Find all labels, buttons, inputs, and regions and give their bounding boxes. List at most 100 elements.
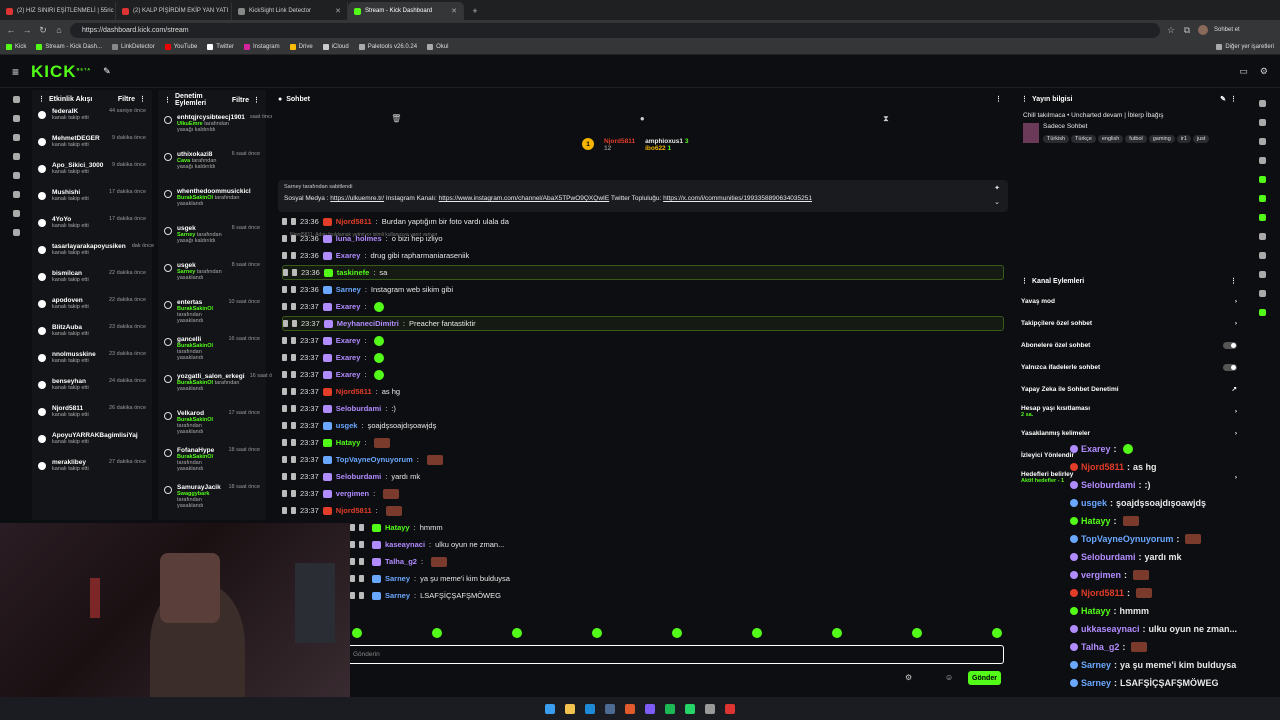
delete-message-icon[interactable] [282,405,287,412]
timeout-icon[interactable] [291,439,296,446]
moderation-item[interactable]: entertas BurakSakinOl tarafından yasaklan… [158,299,266,336]
delete-message-icon[interactable] [350,524,355,531]
moderation-user[interactable]: usgek [177,225,227,232]
activity-item[interactable]: nnolmusskine kanalı takip etti 23 dakika ö… [32,351,152,378]
external-link-icon[interactable]: ↗ [1232,385,1237,393]
activity-item[interactable]: bismilcan kanalı takip etti 22 dakika önce [32,270,152,297]
bookmark-linkdetector[interactable]: LinkDetector [112,44,155,50]
pinned-link[interactable]: https://ulkuemre.tr/ [330,195,384,202]
message-user[interactable]: taskinefe [337,268,370,277]
message-user[interactable]: Exarey [336,251,361,260]
leaderboard-user[interactable]: amphioxus1 3 [645,138,688,145]
message-user[interactable]: Hatayy [385,523,410,532]
chat-message[interactable]: 23:37 Njord5811: as hg [282,384,1004,399]
emote-icon[interactable] [832,628,842,638]
star-icon[interactable]: ☆ [1166,25,1176,36]
dashboard-icon[interactable] [12,115,20,122]
chat-icon[interactable]: ● [640,114,645,124]
chat-message[interactable]: Sarney: ya şu meme'i kim bulduysa [350,571,1072,586]
chat-message[interactable]: 23:37 Exarey: [282,299,1004,314]
activity-user[interactable]: tasarlayarakapoyusiken [52,243,126,250]
message-user[interactable]: Sarney [385,574,410,583]
filter-button[interactable]: Filtre [232,97,249,104]
emote-icon[interactable] [912,628,922,638]
toggle-switch[interactable] [1223,341,1237,349]
camera-icon[interactable] [12,191,20,198]
reload-icon[interactable]: ↻ [38,25,48,36]
channel-action-row[interactable]: Yalnızca ifadelerle sohbet [1015,356,1243,378]
activity-item[interactable]: MehmetDEGER kanalı takip etti 9 dakika önc… [32,135,152,162]
message-user[interactable]: Njord5811 [336,217,372,226]
timeout-icon[interactable] [359,575,364,582]
activity-user[interactable]: bismilcan [52,270,89,277]
delete-message-icon[interactable] [282,388,287,395]
drag-handle-icon[interactable]: ⋮ [38,95,45,103]
timeout-icon[interactable] [291,388,296,395]
emote-icon[interactable] [432,628,442,638]
back-icon[interactable]: ← [6,25,16,35]
moderation-item[interactable]: usgek Sarney tarafından yasağı kaldırıldı… [158,225,266,262]
timeout-icon[interactable] [359,558,364,565]
activity-user[interactable]: Njord5811 [52,405,89,412]
moderation-item[interactable]: SamurayJacik Swaggybark tarafından yasakl… [158,484,266,521]
timeout-icon[interactable] [292,269,297,276]
emote-icon[interactable] [752,628,762,638]
activity-user[interactable]: MehmetDEGER [52,135,100,142]
crosshair-icon[interactable] [1258,157,1266,164]
bookmark-paletools[interactable]: Paletools v26.0.24 [358,44,417,50]
unpin-icon[interactable]: ✦ [994,184,1000,192]
stream-tag[interactable]: ir1 [1176,135,1191,143]
moderation-item[interactable]: yozgatli_salon_erkegi BurakSakinOl tarafı… [158,373,281,410]
activity-user[interactable]: benseyhan [52,378,89,385]
bookmark-stream[interactable]: Stream - Kick Dash... [36,44,102,50]
stream-tag[interactable]: english [1097,135,1124,143]
timeout-icon[interactable] [291,371,296,378]
delete-message-icon[interactable] [282,235,287,242]
timeout-icon[interactable] [291,252,296,259]
channel-action-row[interactable]: Yavaş mod › [1015,290,1243,312]
image-icon[interactable] [1258,309,1266,316]
timeout-icon[interactable] [291,235,296,242]
tool-icon[interactable] [1258,271,1266,278]
message-user[interactable]: Sarney [385,591,410,600]
extensions-icon[interactable]: ⧉ [1182,25,1192,36]
spotify-icon[interactable] [665,703,675,714]
moderation-user[interactable]: yozgatli_salon_erkegi [177,373,245,380]
message-user[interactable]: MeyhaneciDimitri [337,319,399,328]
close-tab-icon[interactable]: ✕ [451,7,457,15]
group-icon[interactable] [12,210,20,217]
activity-user[interactable]: nnolmusskine [52,351,96,358]
users-icon[interactable] [12,172,20,179]
moderation-item[interactable]: FofanaHype BurakSakinOl tarafından yasakl… [158,447,266,484]
trash-icon[interactable]: 🗑 [391,114,401,124]
activity-user[interactable]: meraklibey [52,459,89,466]
profile-chat-button[interactable]: Sohbet et [1214,27,1240,33]
delete-message-icon[interactable] [350,575,355,582]
activity-item[interactable]: Njord5811 kanalı takip etti 26 dakika önce [32,405,152,432]
timeout-icon[interactable] [291,507,296,514]
phone-icon[interactable] [1258,195,1266,202]
chat-message[interactable]: 23:37 Exarey: [282,350,1004,365]
moderation-user[interactable]: whenthedoommusickicl [177,188,255,195]
more-icon[interactable]: ⋮ [1230,95,1237,103]
delete-message-icon[interactable] [282,252,287,259]
delete-message-icon[interactable] [282,218,287,225]
leaderboard-user[interactable]: ibo622 1 [645,145,688,152]
edit-icon[interactable]: ✎ [1220,95,1226,103]
delete-message-icon[interactable] [282,337,287,344]
settings-icon[interactable] [1258,119,1266,126]
toggle-switch[interactable] [1223,363,1237,371]
more-icon[interactable]: ⋮ [253,96,260,104]
send-button[interactable]: Gönder [968,671,1001,685]
message-user[interactable]: vergimen [336,489,369,498]
message-user[interactable]: Seloburdami [336,404,381,413]
chat-message[interactable]: 23:37 Njord5811: [282,503,1004,518]
bookmark-drive[interactable]: Drive [289,44,313,50]
moderation-user[interactable]: uthixokazi8 [177,151,227,158]
chat-message[interactable]: Hatayy: hmmm [350,520,1072,535]
chat-message[interactable]: 23:36 taskinefe: sa [282,265,1004,280]
activity-user[interactable]: Mushishi [52,189,89,196]
chevron-right-icon[interactable]: › [1235,320,1237,327]
hourglass-icon[interactable]: ⧗ [883,114,889,124]
expand-icon[interactable] [12,96,20,103]
